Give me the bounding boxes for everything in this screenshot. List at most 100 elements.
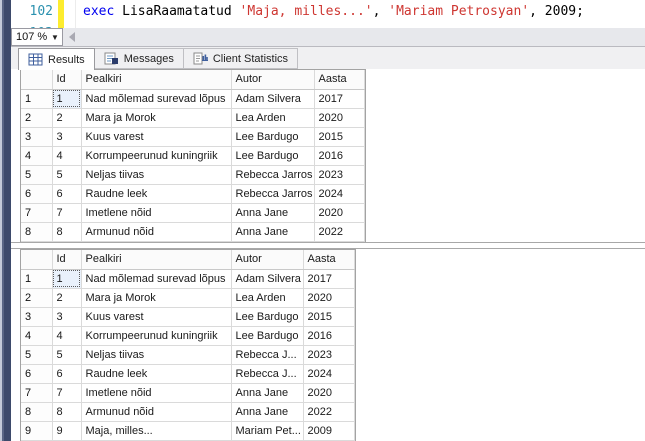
row-header-cell[interactable]: 4 [21, 326, 52, 345]
row-header-cell[interactable]: 7 [21, 383, 52, 402]
grid-cell[interactable]: Rebecca J... [231, 345, 303, 364]
column-header[interactable]: Aasta [303, 250, 354, 269]
grid-cell[interactable]: 2017 [303, 269, 354, 288]
grid-cell[interactable]: Adam Silvera [231, 89, 314, 108]
row-header-cell[interactable]: 5 [21, 345, 52, 364]
row-header-cell[interactable]: 2 [21, 288, 52, 307]
grid-cell[interactable]: 2020 [303, 383, 354, 402]
grid-cell[interactable]: 2009 [303, 421, 354, 440]
grid-cell[interactable]: 2 [52, 108, 81, 127]
grid-cell[interactable]: Lee Bardugo [231, 146, 314, 165]
grid-cell[interactable]: Kuus varest [81, 307, 231, 326]
grid-cell[interactable]: Korrumpeerunud kuningriik [81, 146, 231, 165]
grid-cell[interactable]: Imetlene nõid [81, 203, 231, 222]
grid-cell[interactable]: Lee Bardugo [231, 127, 314, 146]
column-header[interactable] [21, 70, 52, 89]
column-header[interactable]: Pealkiri [81, 250, 231, 269]
grid-cell[interactable]: Imetlene nõid [81, 383, 231, 402]
tab-messages[interactable]: Messages [95, 48, 184, 69]
grid-cell[interactable]: Lea Arden [231, 108, 314, 127]
column-header[interactable]: Autor [231, 70, 314, 89]
grid-cell[interactable]: 6 [52, 364, 81, 383]
grid-cell[interactable]: Anna Jane [231, 203, 314, 222]
grid-cell[interactable]: Nad mõlemad surevad lõpus [81, 89, 231, 108]
grid-cell[interactable]: Mara ja Morok [81, 288, 231, 307]
grid-cell[interactable]: 5 [52, 165, 81, 184]
code-line[interactable]: exec LisaRaamatatud 'Maja, milles...', '… [76, 4, 584, 19]
grid-cell[interactable]: 4 [52, 326, 81, 345]
editor-line[interactable]: 102exec LisaRaamatatud 'Maja, milles...'… [11, 0, 645, 22]
chevron-down-icon[interactable]: ▼ [48, 33, 62, 42]
grid-cell[interactable]: 2016 [303, 326, 354, 345]
editor-zoom-dropdown[interactable]: 107 % ▼ [11, 28, 63, 46]
grid-cell[interactable]: 8 [52, 402, 81, 421]
tab-client-statistics[interactable]: Client Statistics [184, 48, 298, 69]
row-header-cell[interactable]: 4 [21, 146, 52, 165]
grid-cell[interactable]: 7 [52, 383, 81, 402]
grid-cell[interactable]: 6 [52, 184, 81, 203]
grid-cell[interactable]: 9 [52, 421, 81, 440]
row-header-cell[interactable]: 8 [21, 222, 52, 241]
grid-cell[interactable]: Lee Bardugo [231, 326, 303, 345]
row-header-cell[interactable]: 6 [21, 364, 52, 383]
grid-cell[interactable]: 5 [52, 345, 81, 364]
grid-cell[interactable]: 2022 [314, 222, 364, 241]
grid-cell[interactable]: Kuus varest [81, 127, 231, 146]
grid-cell[interactable]: 1 [52, 89, 81, 108]
grid-cell[interactable]: 2015 [314, 127, 364, 146]
grid-cell[interactable]: 2020 [314, 108, 364, 127]
grid-cell[interactable]: Neljas tiivas [81, 165, 231, 184]
grid-cell[interactable]: Adam Silvera [231, 269, 303, 288]
column-header[interactable]: Pealkiri [81, 70, 231, 89]
grid-cell[interactable]: 2015 [303, 307, 354, 326]
grid-cell[interactable]: 2023 [303, 345, 354, 364]
grid-cell[interactable]: Maja, milles... [81, 421, 231, 440]
grid-cell[interactable]: 2020 [303, 288, 354, 307]
grid-cell[interactable]: Rebecca J... [231, 364, 303, 383]
grid-cell[interactable]: Rebecca Jarros [231, 184, 314, 203]
grid-cell[interactable]: 1 [52, 269, 81, 288]
column-header[interactable]: Id [52, 70, 81, 89]
grid-cell[interactable]: Korrumpeerunud kuningriik [81, 326, 231, 345]
column-header[interactable]: Aasta [314, 70, 364, 89]
grid-cell[interactable]: Nad mõlemad surevad lõpus [81, 269, 231, 288]
grid-splitter[interactable] [11, 242, 645, 249]
grid-cell[interactable]: 7 [52, 203, 81, 222]
grid-cell[interactable]: 2023 [314, 165, 364, 184]
grid-cell[interactable]: Mara ja Morok [81, 108, 231, 127]
grid-cell[interactable]: Armunud nõid [81, 222, 231, 241]
grid-cell[interactable]: Lee Bardugo [231, 307, 303, 326]
grid-cell[interactable]: 2017 [314, 89, 364, 108]
row-header-cell[interactable]: 1 [21, 89, 52, 108]
row-header-cell[interactable]: 1 [21, 269, 52, 288]
grid-cell[interactable]: Anna Jane [231, 222, 314, 241]
grid-cell[interactable]: Armunud nõid [81, 402, 231, 421]
grid-cell[interactable]: 3 [52, 307, 81, 326]
grid-cell[interactable]: 8 [52, 222, 81, 241]
row-header-cell[interactable]: 2 [21, 108, 52, 127]
grid-cell[interactable]: 2 [52, 288, 81, 307]
row-header-cell[interactable]: 3 [21, 127, 52, 146]
grid-cell[interactable]: 3 [52, 127, 81, 146]
grid-cell[interactable]: Rebecca Jarros [231, 165, 314, 184]
grid-cell[interactable]: Raudne leek [81, 184, 231, 203]
column-header[interactable] [21, 250, 52, 269]
sql-editor[interactable]: 102exec LisaRaamatatud 'Maja, milles...'… [11, 0, 645, 28]
grid-cell[interactable]: Neljas tiivas [81, 345, 231, 364]
row-header-cell[interactable]: 9 [21, 421, 52, 440]
grid-cell[interactable]: 2022 [303, 402, 354, 421]
grid-cell[interactable]: Raudne leek [81, 364, 231, 383]
grid-cell[interactable]: 2024 [303, 364, 354, 383]
row-header-cell[interactable]: 8 [21, 402, 52, 421]
row-header-cell[interactable]: 3 [21, 307, 52, 326]
grid-cell[interactable]: Lea Arden [231, 288, 303, 307]
row-header-cell[interactable]: 6 [21, 184, 52, 203]
grid-cell[interactable]: Anna Jane [231, 402, 303, 421]
grid-cell[interactable]: 2024 [314, 184, 364, 203]
grid-cell[interactable]: 2020 [314, 203, 364, 222]
grid-cell[interactable]: Mariam Pet... [231, 421, 303, 440]
column-header[interactable]: Id [52, 250, 81, 269]
grid-cell[interactable]: Anna Jane [231, 383, 303, 402]
scroll-left-arrow-icon[interactable] [69, 32, 75, 42]
row-header-cell[interactable]: 7 [21, 203, 52, 222]
